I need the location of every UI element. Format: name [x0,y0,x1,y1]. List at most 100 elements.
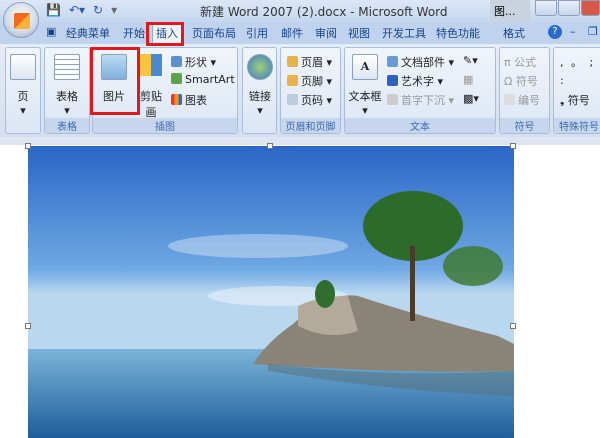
ribbon-minimize-icon[interactable]: – [570,25,576,38]
restore-icon[interactable]: ❐ [588,25,598,38]
page-number-label: 页码 [301,94,323,107]
footer-icon [287,75,298,86]
footer-button[interactable]: 页脚 ▾ [287,73,332,89]
dropcap-button[interactable]: 首字下沉 ▾ [387,92,454,108]
quickparts-icon [387,56,398,67]
office-button[interactable] [3,2,39,38]
textbox-label: 文本框 [348,90,382,103]
clipart-icon [140,54,162,76]
tree [443,246,503,286]
symbol-button[interactable]: Ω 符号 [504,73,538,89]
special-symbol-label: 符号 [567,94,590,107]
smartart-label: SmartArt [185,73,235,86]
maximize-button[interactable] [558,0,580,16]
group-label-special-symbols: 特殊符号 [554,118,600,133]
tab-classic-menu[interactable]: 经典菜单 [66,25,110,41]
title-bar: 💾 ↶▾ ↻ ▾ 新建 Word 2007 (2).docx - Microsoft … [0,0,600,22]
save-icon[interactable]: 💾 [46,3,61,17]
group-links: 链接 ▾ [242,47,277,134]
header-button[interactable]: 页眉 ▾ [287,54,332,70]
special-symbol-button[interactable]: ❟ 符号 [560,92,590,108]
table-icon [54,54,80,80]
tab-developer[interactable]: 开发工具 [382,25,426,41]
equation-button[interactable]: π 公式 [504,54,536,70]
footer-label: 页脚 [301,75,323,88]
number-button[interactable]: 编号 [504,92,540,108]
tab-format[interactable]: 格式 [503,25,525,41]
ribbon: 页 ▾ 表格 ▾ 表格 图片 剪贴画 形状 ▾ SmartArt 图表 插图 链接 ▾… [0,44,600,137]
chart-icon [171,94,182,105]
close-button[interactable] [581,0,600,16]
resize-handle[interactable] [510,323,516,329]
textbox-button[interactable]: A 文本框 ▾ [347,54,383,117]
chart-button[interactable]: 图表 [171,92,207,108]
header-icon [287,56,298,67]
resize-handle[interactable] [25,323,31,329]
group-label-illustrations: 插图 [93,118,237,133]
page-icon [10,54,36,80]
group-special-symbols: , 。 ; : ❟ 符号 特殊符号 [553,47,600,134]
group-label-symbols: 符号 [500,118,549,133]
group-label-table: 表格 [45,118,89,133]
group-label-text: 文本 [345,118,495,133]
links-label: 链接 [249,90,271,103]
tab-references[interactable]: 引用 [246,25,268,41]
omega-icon: Ω [504,75,516,88]
quickparts-button[interactable]: 文档部件 ▾ [387,54,454,70]
undo-icon[interactable]: ↶▾ [69,3,85,17]
tab-mailings[interactable]: 邮件 [281,25,303,41]
resize-handle[interactable] [25,143,31,149]
tab-features[interactable]: 特色功能 [436,25,480,41]
group-table: 表格 ▾ 表格 [44,47,90,134]
table-label: 表格 [56,90,78,103]
group-header-footer: 页眉 ▾ 页脚 ▾ 页码 ▾ 页眉和页脚 [280,47,341,134]
tab-page-layout[interactable]: 页面布局 [192,25,236,41]
object-icon[interactable]: ▩▾ [463,92,479,105]
links-button[interactable]: 链接 ▾ [246,54,274,117]
tab-home[interactable]: 开始 [123,25,145,41]
minimize-button[interactable] [535,0,557,16]
cloud [168,234,348,258]
quickparts-label: 文档部件 [401,56,445,69]
clipart-label: 剪贴画 [140,90,162,119]
office-logo-icon [14,13,30,29]
number-label: 编号 [518,94,540,107]
tab-review[interactable]: 审阅 [315,25,337,41]
punctuation-buttons[interactable]: , 。 ; : [560,54,600,90]
classic-menu-icon: ▣ [46,25,57,38]
page-button[interactable]: 页 ▾ [10,54,36,117]
wordart-button[interactable]: 艺术字 ▾ [387,73,443,89]
symbol-label: 符号 [515,75,538,88]
dropcap-icon [387,94,398,105]
resize-handle[interactable] [267,143,273,149]
small-tree [315,280,335,308]
wordart-label: 艺术字 [401,75,434,88]
shapes-icon [171,56,182,67]
help-icon[interactable]: ? [548,25,562,39]
number-icon [504,94,515,105]
header-label: 页眉 [301,56,323,69]
shapes-button[interactable]: 形状 ▾ [171,54,216,70]
date-time-icon[interactable]: ▦ [463,73,473,86]
signature-line-icon[interactable]: ✎▾ [463,54,478,67]
ribbon-tabs: ▣ 经典菜单 开始 插入 页面布局 引用 邮件 审阅 视图 开发工具 特色功能 … [0,22,600,44]
inserted-picture[interactable] [28,146,514,438]
picture-tools-context-tab[interactable]: 图... [490,0,530,22]
picture-button-highlight [90,47,140,115]
wordart-icon [387,75,398,86]
table-button[interactable]: 表格 ▾ [51,54,83,117]
page-label: 页 [17,90,29,103]
group-page: 页 ▾ [5,47,41,134]
resize-handle[interactable] [510,143,516,149]
globe-link-icon [247,54,273,80]
customize-qat-icon[interactable]: ▾ [111,3,117,17]
smartart-button[interactable]: SmartArt [171,73,235,86]
chart-label: 图表 [185,94,207,107]
redo-icon[interactable]: ↻ [93,3,103,17]
tab-view[interactable]: 视图 [348,25,370,41]
page-number-button[interactable]: 页码 ▾ [287,92,332,108]
page-number-icon [287,94,298,105]
insert-tab-highlight [146,22,184,46]
quick-access-toolbar: 💾 ↶▾ ↻ ▾ [46,3,117,17]
pi-icon: π [504,56,515,69]
